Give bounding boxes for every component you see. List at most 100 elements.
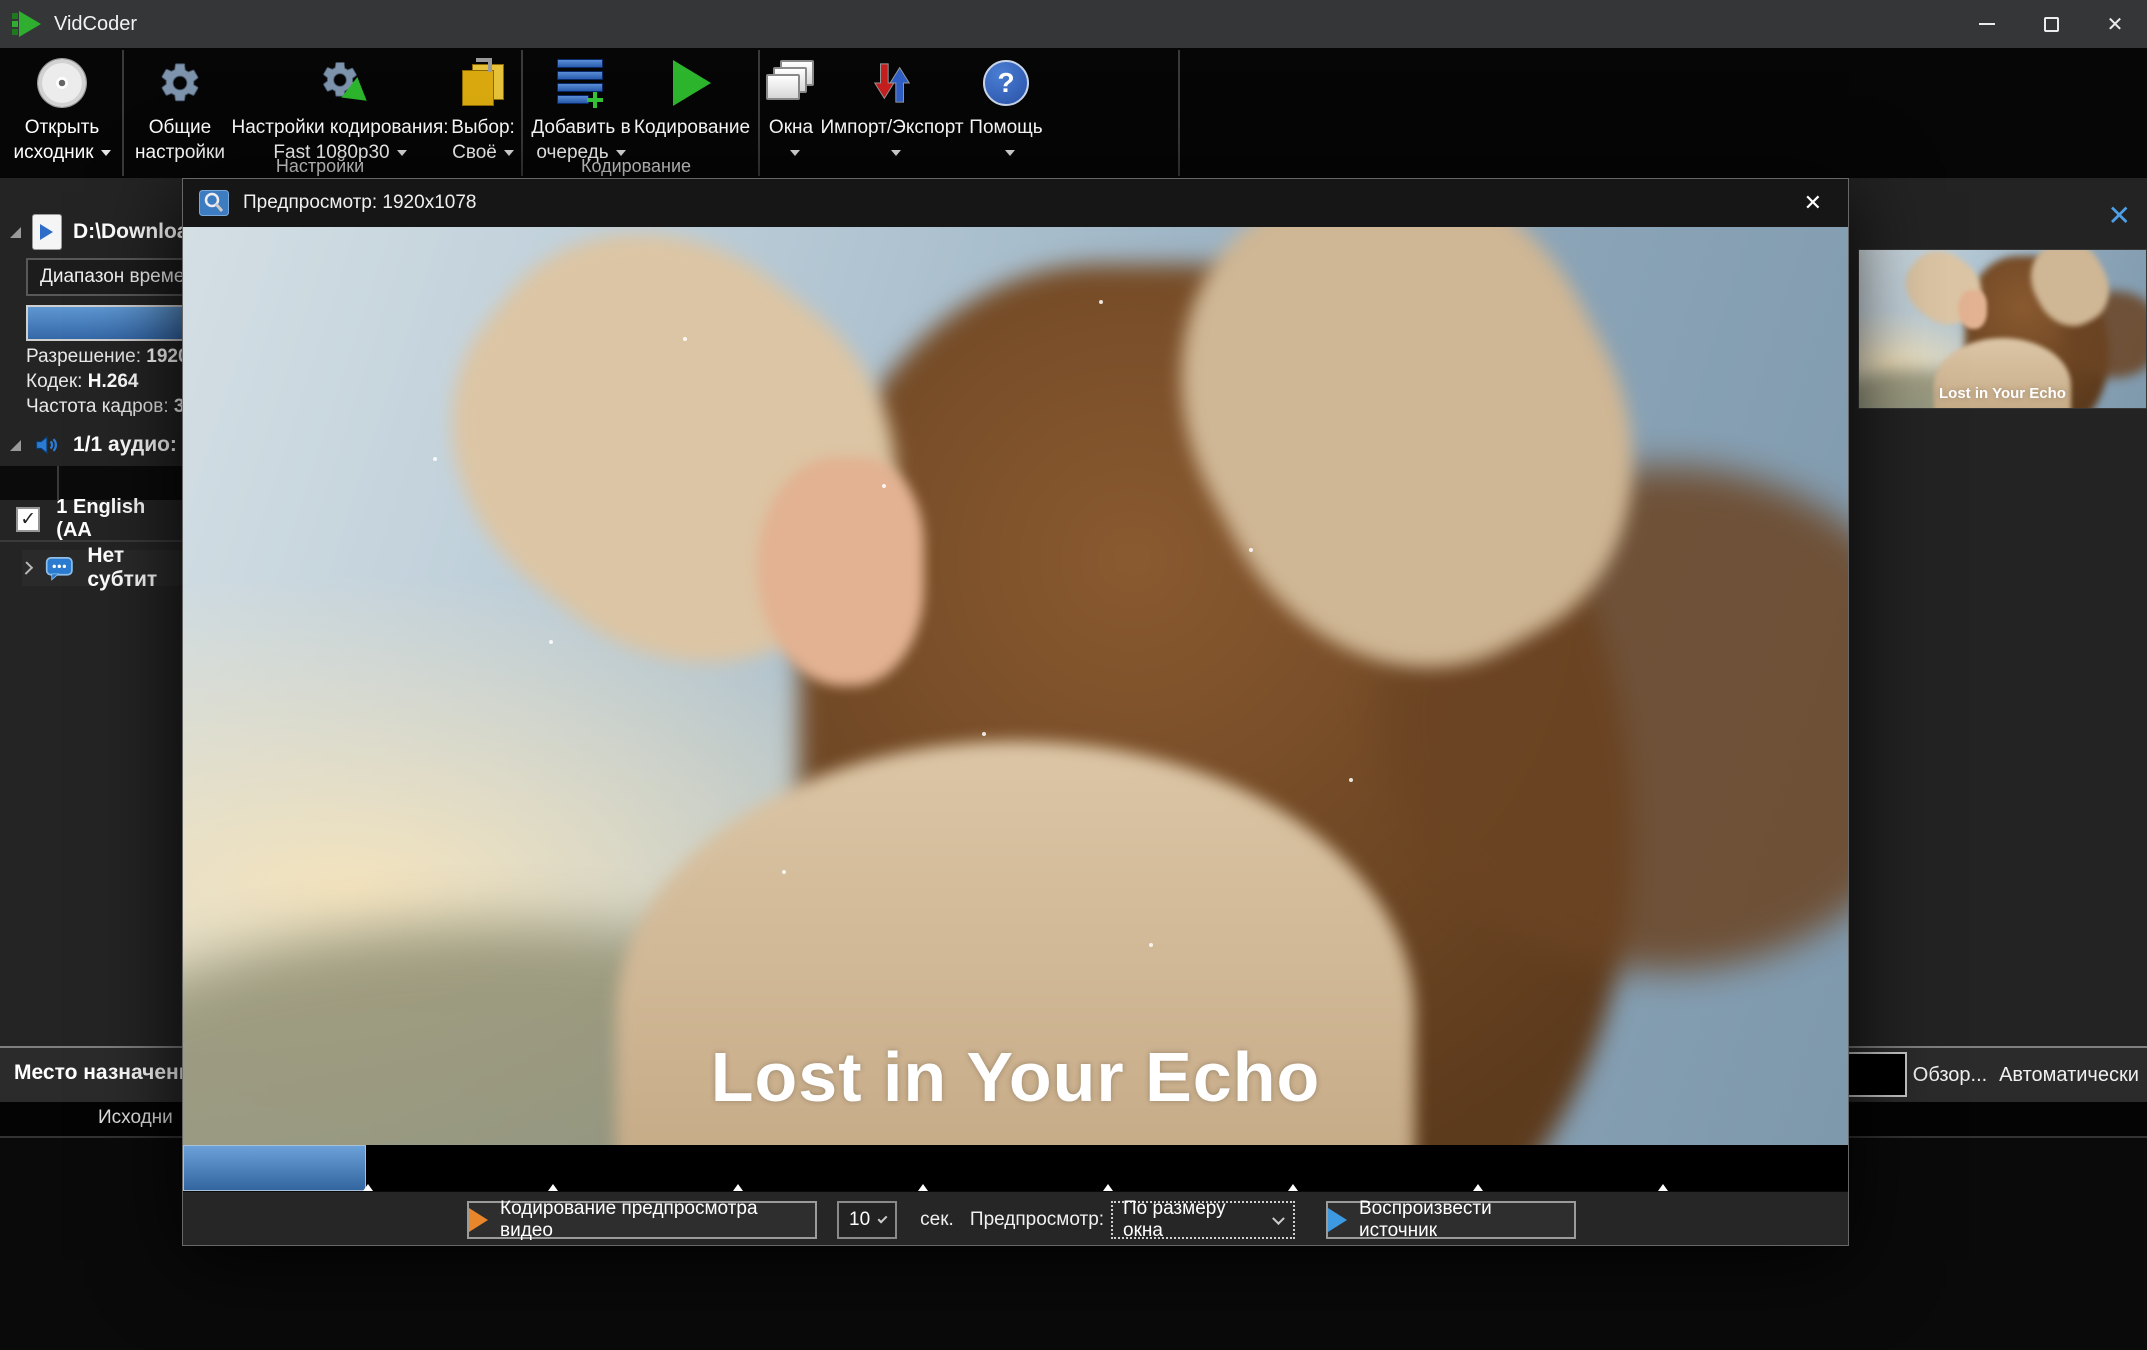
subtitle-bubble-icon [45,553,74,583]
audio-section-row[interactable]: 1/1 аудио: [10,428,177,462]
framerate-value: 30 [174,396,182,417]
maximize-button[interactable] [2019,0,2083,48]
queue-icon [557,58,605,108]
preview-dialog-title: Предпросмотр: 1920x1078 [243,192,476,214]
windows-icon [766,60,816,106]
minimize-button[interactable] [1955,0,2019,48]
destination-title: Место назначени [14,1061,192,1085]
browse-button[interactable]: Обзор... [1910,1048,1990,1102]
preset-choice-label2: Своё [452,142,497,164]
dropdown-icon [504,150,514,156]
gear-icon [157,60,203,106]
windows-label: Окна [769,115,813,140]
codec-line: Кодек: H.264 [26,371,138,393]
range-dropdown[interactable]: Диапазон времен [26,258,182,296]
encode-preview-label: Кодирование предпросмотра видео [500,1198,815,1242]
expander-collapsed-icon[interactable] [20,561,33,574]
import-export-button[interactable]: Импорт/Экспорт [822,54,962,165]
expander-icon[interactable] [10,227,21,238]
thumbnail-image: Lost in Your Echo [1859,250,2146,408]
maximize-icon [2044,17,2059,32]
video-thumbnail[interactable]: Lost in Your Echo [1858,249,2147,409]
subtitles-row[interactable]: Нет субтит [22,550,182,586]
thumbnail-caption: Lost in Your Echo [1859,385,2146,402]
encode-play-icon [469,1208,488,1232]
toolbar-separator [1178,50,1180,176]
dropdown-icon [397,150,407,156]
audio-header: 1/1 аудио: [73,433,177,457]
group-label-encoding: Кодирование [546,156,726,177]
play-source-label: Воспроизвести источник [1359,1198,1574,1242]
play-source-button[interactable]: Воспроизвести источник [1326,1201,1576,1239]
preview-image: Lost in Your Echo [183,227,1848,1145]
codec-label: Кодек: [26,371,82,392]
preview-dialog: Предпросмотр: 1920x1078 ✕ Lost in Your E… [182,178,1849,1246]
duration-value: 10 [849,1209,870,1231]
divider [0,540,182,542]
preview-mode-label: Предпросмотр: [971,1201,1103,1239]
resolution-value: 1920 × [146,346,182,367]
encode-button[interactable]: Кодирование [636,54,748,140]
speaker-icon [31,431,63,459]
gear-arrow-icon [319,59,361,107]
magnifier-icon [199,190,229,216]
dropdown-icon [891,150,901,156]
add-to-queue-label1: Добавить в [531,115,630,140]
preview-controls: Кодирование предпросмотра видео 10 сек. … [183,1191,1848,1245]
resolution-label: Разрешение: [26,346,141,367]
play-icon [673,60,711,106]
windows-button[interactable]: Окна [762,54,820,165]
dropdown-icon [1005,150,1015,156]
window-titlebar: VidCoder ✕ [0,0,2147,48]
codec-value: H.264 [88,371,139,392]
video-title-overlay: Lost in Your Echo [183,1037,1848,1117]
seek-tick-icon [1473,1184,1483,1191]
chevron-down-icon [1272,1212,1285,1225]
seek-tick-icon [1103,1184,1113,1191]
audio-track-row: ✓ 1 English (AA [16,504,182,534]
source-row[interactable]: D:\Downloa [10,214,182,250]
checkbox-check-icon: ✓ [20,508,36,531]
vidcoder-logo-icon [10,9,42,39]
add-to-queue-button[interactable]: Добавить в очередь [527,54,635,165]
encode-preview-button[interactable]: Кодирование предпросмотра видео [467,1201,817,1239]
preview-side-panel: ✕ Lost in Your Echo [1849,178,2147,1046]
minimize-icon [1979,23,1995,25]
help-button[interactable]: ? Помощь [964,54,1048,165]
window-controls: ✕ [1955,0,2147,48]
open-source-label1: Открыть [25,115,100,140]
duration-select[interactable]: 10 [837,1201,897,1239]
preset-choice-label1: Выбор: [451,115,515,140]
play-glyph-icon [40,224,53,240]
panel-close-button[interactable]: ✕ [2108,202,2131,230]
range-slider[interactable] [26,305,182,341]
framerate-line: Частота кадров: 30 [26,396,182,418]
main-toolbar: Открыть исходник Общие настройки Настрой… [0,48,2147,178]
audio-track-checkbox[interactable]: ✓ [16,507,40,532]
general-settings-button[interactable]: Общие настройки [128,54,232,165]
fit-mode-value: По размеру окна [1123,1198,1264,1242]
open-source-button[interactable]: Открыть исходник [6,54,118,165]
expander-icon[interactable] [10,440,21,451]
help-label: Помощь [969,115,1042,140]
toolbar-separator [122,50,124,176]
source-play-icon [1328,1208,1347,1232]
fit-mode-select[interactable]: По размеру окна [1111,1201,1295,1239]
close-button[interactable]: ✕ [2083,0,2147,48]
source-row-label: Исходни [98,1107,173,1129]
seek-bar[interactable] [183,1145,1848,1191]
duration-unit-label: сек. [911,1201,963,1239]
help-icon: ? [983,60,1029,106]
window-title: VidCoder [54,13,137,36]
preset-choice-button[interactable]: Выбор: Своё [446,54,520,165]
close-icon: ✕ [2107,12,2124,37]
plus-icon [587,92,603,108]
toolbar-separator [521,50,523,176]
framerate-label: Частота кадров: [26,396,169,417]
auto-name-button[interactable]: Автоматически [1995,1048,2143,1102]
encoding-settings-button[interactable]: Настройки кодирования: Fast 1080p30 [234,54,446,165]
preset-pages-icon [460,58,506,108]
open-source-label2: исходник [13,142,93,164]
destination-path-input[interactable] [1845,1052,1907,1097]
preview-close-button[interactable]: ✕ [1794,186,1832,220]
